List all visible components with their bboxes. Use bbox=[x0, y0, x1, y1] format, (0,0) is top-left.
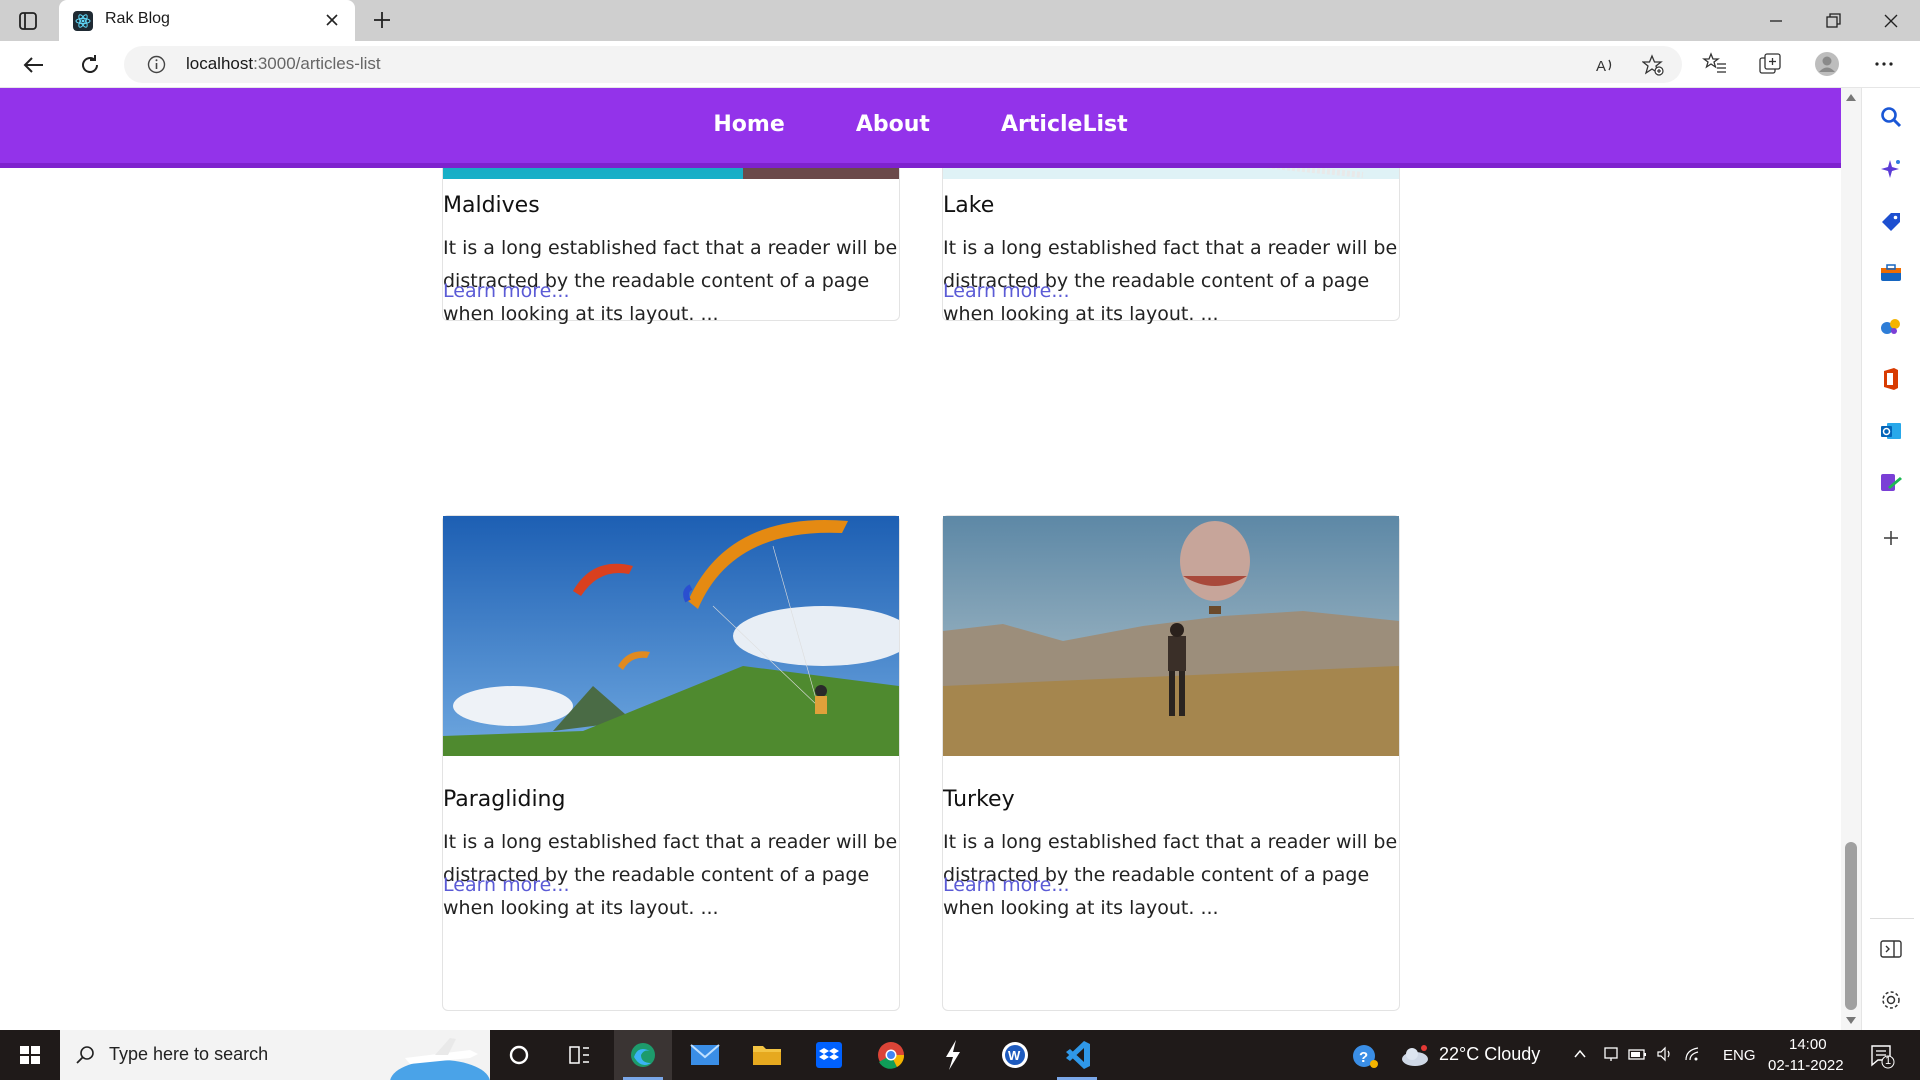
notification-count: 1 bbox=[1885, 1055, 1892, 1067]
learn-more-link[interactable]: Learn more... bbox=[443, 280, 569, 302]
turkey-image[interactable] bbox=[943, 516, 1399, 756]
wifi-icon[interactable] bbox=[1683, 1045, 1703, 1063]
clock-time[interactable]: 14:00 bbox=[1789, 1036, 1827, 1053]
svg-text:A: A bbox=[1596, 58, 1606, 75]
article-card: Paragliding It is a long established fac… bbox=[442, 515, 900, 1011]
close-window-icon[interactable] bbox=[1876, 6, 1906, 36]
learn-more-link[interactable]: Learn more... bbox=[943, 280, 1069, 302]
dropbox-icon[interactable] bbox=[800, 1030, 858, 1080]
sidebar-divider bbox=[1870, 918, 1914, 919]
page-viewport: Home About ArticleList Maldives It is a … bbox=[0, 88, 1841, 1030]
search-highlight-airplane-icon bbox=[390, 1038, 490, 1080]
svg-text:?: ? bbox=[1359, 1049, 1368, 1066]
favorite-add-icon[interactable] bbox=[1642, 54, 1664, 76]
nav-link-articlelist[interactable]: ArticleList bbox=[1001, 112, 1128, 137]
article-title: Paragliding bbox=[443, 787, 566, 812]
taskbar-vscode-app[interactable] bbox=[1048, 1030, 1106, 1080]
volume-icon[interactable] bbox=[1655, 1045, 1675, 1063]
scroll-thumb[interactable] bbox=[1845, 842, 1857, 1010]
learn-more-link[interactable]: Learn more... bbox=[943, 874, 1069, 896]
edge-sidebar bbox=[1861, 88, 1920, 1030]
games-icon[interactable] bbox=[1878, 313, 1904, 339]
article-title: Turkey bbox=[943, 787, 1015, 812]
search-magnifier-icon bbox=[76, 1046, 94, 1064]
learn-more-link[interactable]: Learn more... bbox=[443, 874, 569, 896]
shopping-tag-icon[interactable] bbox=[1878, 209, 1904, 235]
taskbar-search-placeholder: Type here to search bbox=[109, 1044, 269, 1064]
hide-sidebar-icon[interactable] bbox=[1878, 936, 1904, 962]
minimize-icon[interactable] bbox=[1761, 6, 1791, 36]
site-navbar: Home About ArticleList bbox=[0, 88, 1841, 168]
add-sidebar-app-icon[interactable] bbox=[1878, 525, 1904, 551]
favorites-icon[interactable] bbox=[1702, 51, 1728, 77]
lightning-app-icon[interactable] bbox=[924, 1030, 982, 1080]
taskbar-edge-app[interactable] bbox=[614, 1030, 672, 1080]
article-card: Turkey It is a long established fact tha… bbox=[942, 515, 1400, 1011]
vscode-icon bbox=[1066, 1041, 1090, 1069]
refresh-icon[interactable] bbox=[75, 50, 105, 80]
back-icon[interactable] bbox=[19, 50, 49, 80]
svg-text:W: W bbox=[1008, 1048, 1021, 1063]
scroll-up-icon[interactable] bbox=[1846, 94, 1856, 101]
restore-icon[interactable] bbox=[1818, 6, 1848, 36]
task-view-icon[interactable] bbox=[550, 1030, 608, 1080]
chrome-icon[interactable] bbox=[862, 1030, 920, 1080]
outlook-icon[interactable] bbox=[1878, 418, 1904, 444]
profile-avatar-icon[interactable] bbox=[1814, 51, 1840, 77]
tools-briefcase-icon[interactable] bbox=[1878, 260, 1904, 286]
url-path: :3000/articles-list bbox=[253, 54, 381, 73]
collections-icon[interactable] bbox=[1757, 51, 1783, 77]
url-text[interactable]: localhost:3000/articles-list bbox=[186, 54, 381, 74]
meet-now-icon[interactable] bbox=[1602, 1045, 1620, 1063]
cortana-icon[interactable] bbox=[490, 1030, 548, 1080]
discover-sparkle-icon[interactable] bbox=[1878, 157, 1904, 183]
weather-text[interactable]: 22°C Cloudy bbox=[1439, 1044, 1540, 1065]
taskbar-search-box[interactable]: Type here to search bbox=[60, 1030, 490, 1080]
address-bar[interactable]: localhost:3000/articles-list A bbox=[124, 46, 1682, 83]
tab-close-icon[interactable] bbox=[321, 9, 343, 31]
article-title: Maldives bbox=[443, 193, 540, 218]
tab-actions-icon[interactable] bbox=[16, 9, 40, 33]
article-title: Lake bbox=[943, 193, 995, 218]
site-info-icon[interactable] bbox=[146, 54, 167, 75]
react-favicon-icon bbox=[73, 11, 93, 31]
show-hidden-icons-icon[interactable] bbox=[1572, 1046, 1588, 1062]
edge-browser-icon bbox=[631, 1043, 655, 1067]
new-tab-icon[interactable] bbox=[370, 8, 394, 32]
page-scrollbar[interactable] bbox=[1841, 88, 1861, 1030]
search-icon[interactable] bbox=[1878, 104, 1904, 130]
drop-icon[interactable] bbox=[1878, 470, 1904, 496]
battery-icon[interactable] bbox=[1627, 1045, 1647, 1063]
clock-date[interactable]: 02-11-2022 bbox=[1768, 1057, 1844, 1074]
notifications-icon[interactable] bbox=[1868, 1042, 1896, 1070]
windows-taskbar: Type here to search W ? 22°C Cloudy ENG … bbox=[0, 1030, 1920, 1080]
nav-link-home[interactable]: Home bbox=[713, 112, 784, 137]
windows-start-icon[interactable] bbox=[0, 1030, 60, 1080]
more-menu-icon[interactable] bbox=[1871, 51, 1897, 77]
browser-titlebar: Rak Blog bbox=[0, 0, 1920, 41]
office-icon[interactable] bbox=[1878, 366, 1904, 392]
weather-cloud-icon bbox=[1402, 1045, 1428, 1066]
nav-link-about[interactable]: About bbox=[856, 112, 930, 137]
address-bar-row: localhost:3000/articles-list A bbox=[0, 41, 1920, 88]
language-indicator[interactable]: ENG bbox=[1723, 1047, 1756, 1064]
read-aloud-icon[interactable]: A bbox=[1594, 54, 1616, 76]
file-explorer-icon[interactable] bbox=[738, 1030, 796, 1080]
help-icon[interactable]: ? bbox=[1350, 1042, 1380, 1070]
paragliding-image[interactable] bbox=[443, 516, 899, 756]
url-host: localhost bbox=[186, 54, 254, 73]
scroll-down-icon[interactable] bbox=[1846, 1017, 1856, 1024]
word-app-icon[interactable]: W bbox=[986, 1030, 1044, 1080]
sidebar-settings-icon[interactable] bbox=[1878, 987, 1904, 1013]
mail-icon[interactable] bbox=[676, 1030, 734, 1080]
tab-title: Rak Blog bbox=[105, 10, 170, 27]
browser-tab[interactable]: Rak Blog bbox=[59, 0, 355, 41]
